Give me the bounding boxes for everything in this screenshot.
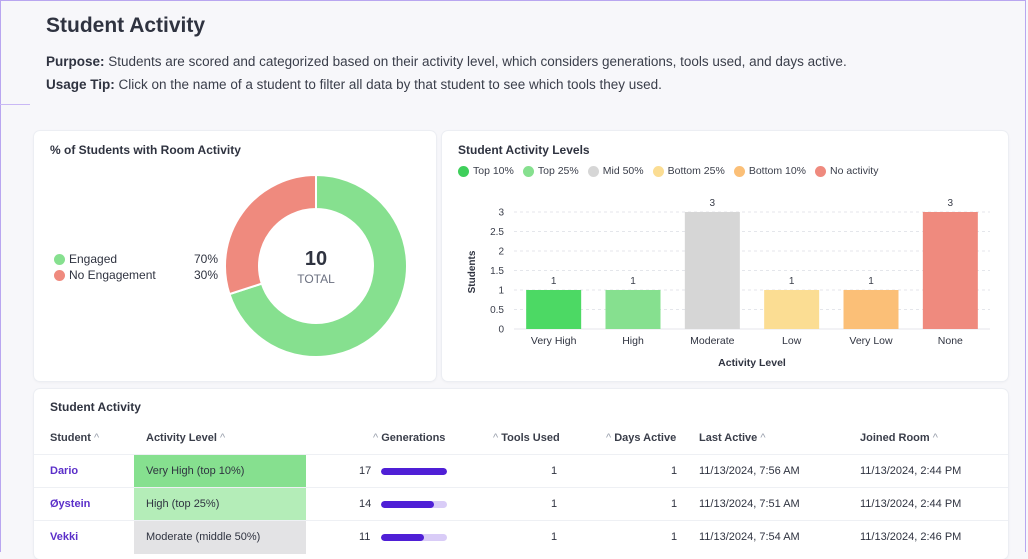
bar-value-label: 1 — [868, 276, 874, 287]
bar-moderate[interactable] — [684, 212, 740, 329]
x-tick-label: High — [622, 335, 644, 347]
activity-level-cell: Moderate (middle 50%) — [134, 521, 306, 554]
card-title: Student Activity — [50, 400, 141, 414]
usage-tip-text: Usage Tip: Click on the name of a studen… — [46, 77, 662, 92]
column-header-activity-level[interactable]: Activity Level ^ — [146, 432, 225, 444]
column-header-tools-used[interactable]: ^ Tools Used — [493, 432, 560, 444]
last-active-value: 11/13/2024, 7:54 AM — [699, 531, 800, 543]
joined-room-value: 11/13/2024, 2:46 PM — [860, 531, 962, 543]
donut-total-label: TOTAL — [297, 272, 335, 286]
y-tick-label: 2 — [498, 247, 504, 258]
joined-room-value: 11/13/2024, 2:44 PM — [860, 498, 962, 510]
x-tick-label: None — [938, 335, 963, 347]
last-active-value: 11/13/2024, 7:56 AM — [699, 465, 800, 477]
x-tick-label: Low — [782, 335, 802, 347]
table-row: Dario Very High (top 10%) 17 1 1 11/13/2… — [34, 454, 1008, 488]
bar-value-label: 1 — [630, 276, 636, 287]
tools-used-value: 1 — [551, 498, 558, 510]
bar-value-label: 1 — [789, 276, 795, 287]
generations-value: 14 — [359, 498, 372, 510]
student-activity-table: Student Activity Student ^ Activity Leve… — [34, 389, 1008, 559]
days-active-value: 1 — [671, 465, 678, 477]
tools-used-value: 1 — [551, 465, 558, 477]
student-name-link[interactable]: Vekki — [50, 531, 78, 543]
activity-level-cell: High (top 25%) — [134, 488, 306, 521]
bar-high[interactable] — [605, 290, 661, 329]
bar-none[interactable] — [922, 212, 978, 329]
room-activity-card: % of Students with Room Activity Engaged… — [34, 131, 436, 381]
bar-value-label: 3 — [710, 198, 716, 209]
last-active-value: 11/13/2024, 7:51 AM — [699, 498, 800, 510]
activity-levels-card: Student Activity Levels Top 10% Top 25% … — [442, 131, 1008, 381]
donut-chart: 10 TOTAL — [224, 173, 408, 358]
bar-value-label: 1 — [551, 276, 557, 287]
generations-bar — [381, 468, 447, 475]
table-row: Øystein High (top 25%) 14 1 1 11/13/2024… — [34, 487, 1008, 521]
generations-bar — [381, 534, 447, 541]
y-tick-label: 0 — [498, 325, 504, 336]
bar-low[interactable] — [764, 290, 820, 329]
donut-total-value: 10 — [305, 248, 327, 270]
page-title: Student Activity — [46, 14, 206, 37]
y-tick-label: 1 — [498, 286, 504, 297]
generations-value: 17 — [359, 465, 372, 477]
bar-very-low[interactable] — [843, 290, 899, 329]
bar-very-high[interactable] — [526, 290, 582, 329]
y-tick-label: 1.5 — [490, 266, 504, 277]
activity-bar-chart: 0 0.5 1 1.5 2 2.5 3 1 Very High 1 High 3 Moderate 1 Lo… — [467, 198, 990, 369]
student-name-link[interactable]: Dario — [50, 465, 78, 477]
x-tick-label: Very Low — [849, 335, 893, 347]
purpose-text: Purpose: Students are scored and categor… — [46, 54, 847, 69]
column-header-joined-room[interactable]: Joined Room ^ — [860, 432, 938, 444]
column-header-days-active[interactable]: ^ Days Active — [606, 432, 676, 444]
days-active-value: 1 — [671, 531, 678, 543]
column-header-last-active[interactable]: Last Active ^ — [699, 432, 766, 444]
column-header-student[interactable]: Student ^ — [50, 432, 99, 444]
tools-used-value: 1 — [551, 531, 558, 543]
generations-bar — [381, 501, 447, 508]
x-tick-label: Very High — [531, 335, 577, 347]
days-active-value: 1 — [671, 498, 678, 510]
bar-value-label: 3 — [948, 198, 954, 209]
column-header-generations[interactable]: ^ Generations — [373, 432, 445, 444]
x-axis-label: Activity Level — [718, 357, 786, 369]
y-tick-label: 0.5 — [490, 305, 504, 316]
generations-value: 11 — [359, 531, 371, 543]
student-name-link[interactable]: Øystein — [50, 498, 90, 510]
y-tick-label: 3 — [498, 208, 504, 219]
joined-room-value: 11/13/2024, 2:44 PM — [860, 465, 962, 477]
y-axis-label: Students — [467, 250, 478, 293]
y-tick-label: 2.5 — [490, 227, 504, 238]
table-row: Vekki Moderate (middle 50%) 11 1 1 11/13… — [34, 520, 1008, 554]
divider — [0, 104, 30, 105]
x-tick-label: Moderate — [690, 335, 735, 347]
activity-level-cell: Very High (top 10%) — [134, 455, 306, 488]
